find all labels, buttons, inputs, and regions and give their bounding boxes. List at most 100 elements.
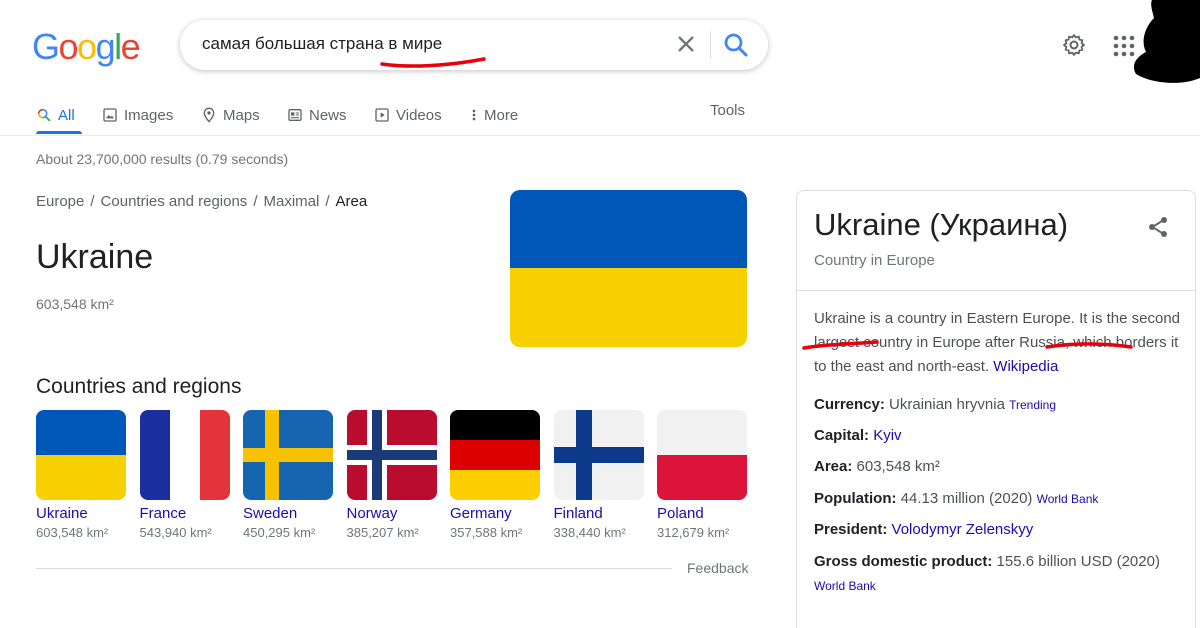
search-icon[interactable] <box>721 30 751 60</box>
country-name[interactable]: Poland <box>657 505 747 522</box>
answer-title: Ukraine <box>36 238 154 276</box>
country-card-finland[interactable]: Finland 338,440 km² <box>553 410 644 540</box>
tab-label: Images <box>124 106 174 124</box>
tab-more[interactable]: More <box>470 100 518 130</box>
flag-poland-icon <box>657 410 747 500</box>
country-name[interactable]: Sweden <box>243 505 333 522</box>
fact-label: Population: <box>814 490 897 507</box>
breadcrumb-current: Area <box>335 193 368 210</box>
play-icon <box>375 108 389 122</box>
annotation-underline <box>380 57 486 68</box>
breadcrumb-item[interactable]: Maximal <box>263 193 319 210</box>
fact-value-link[interactable]: Volodymyr Zelenskyy <box>892 521 1034 538</box>
redacted-avatar <box>1133 0 1200 83</box>
breadcrumb-item[interactable]: Europe <box>36 193 84 210</box>
country-area: 450,295 km² <box>243 525 316 540</box>
google-logo[interactable]: Google <box>32 26 141 68</box>
flag-ukraine-icon <box>36 410 126 500</box>
wikipedia-link[interactable]: Wikipedia <box>993 358 1058 375</box>
fact-value: 155.6 billion USD (2020) <box>996 553 1160 570</box>
country-area: 385,207 km² <box>346 525 419 540</box>
panel-subtitle: Country in Europe <box>814 252 935 269</box>
fact-note-link[interactable]: World Bank <box>1037 492 1099 506</box>
settings-gear-icon[interactable] <box>1062 33 1086 57</box>
tab-label: More <box>484 106 519 124</box>
breadcrumb-separator: / <box>253 193 258 210</box>
flag-sweden-icon <box>243 410 333 500</box>
fact-note-link[interactable]: Trending <box>1009 398 1056 412</box>
feedback-link[interactable]: Feedback <box>687 560 748 576</box>
fact-label: Gross domestic product: <box>814 553 993 570</box>
map-pin-icon <box>203 107 215 123</box>
annotation-underline <box>802 340 879 350</box>
country-name[interactable]: Norway <box>347 505 437 522</box>
fact-gdp: Gross domestic product: 155.6 billion US… <box>814 550 1189 598</box>
share-icon[interactable] <box>1146 215 1170 239</box>
active-tab-indicator <box>36 131 82 134</box>
country-card-sweden[interactable]: Sweden 450,295 km² <box>243 410 333 540</box>
country-name[interactable]: Germany <box>450 505 540 522</box>
country-area: 603,548 km² <box>36 525 109 540</box>
search-icon <box>37 108 51 122</box>
more-vert-icon <box>472 109 476 121</box>
result-stats: About 23,700,000 results (0.79 seconds) <box>36 151 289 167</box>
country-name[interactable]: Finland <box>554 505 644 522</box>
fact-label: President: <box>814 521 888 538</box>
tab-all[interactable]: All <box>36 100 75 130</box>
feedback-divider <box>36 568 672 569</box>
logo-letter: o <box>77 26 97 67</box>
related-section-title: Countries and regions <box>36 375 242 398</box>
tab-maps[interactable]: Maps <box>201 100 260 130</box>
country-card-ukraine[interactable]: Ukraine 603,548 km² <box>36 410 126 540</box>
fact-area: Area: 603,548 km² <box>814 455 1189 479</box>
flag-norway-icon <box>346 410 437 500</box>
logo-letter: e <box>120 26 141 67</box>
knowledge-panel: Ukraine (Украина) Country in Europe Ukra… <box>796 190 1196 628</box>
clear-icon[interactable] <box>672 30 700 58</box>
tab-news[interactable]: News <box>287 100 347 130</box>
annotation-underline <box>1045 342 1133 349</box>
country-card-france[interactable]: France 543,940 km² <box>139 410 230 540</box>
tab-images[interactable]: Images <box>102 100 173 130</box>
answer-value: 603,548 km² <box>36 296 114 312</box>
country-card-norway[interactable]: Norway 385,207 km² <box>346 410 437 540</box>
fact-currency: Currency: Ukrainian hryvnia Trending <box>814 393 1189 417</box>
fact-capital: Capital: Kyiv <box>814 424 1189 448</box>
fact-label: Currency: <box>814 396 885 413</box>
tools-button[interactable]: Tools <box>710 102 745 119</box>
flag-france-icon <box>139 410 230 500</box>
fact-value: Ukrainian hryvnia <box>889 396 1005 413</box>
country-area: 357,588 km² <box>450 525 523 540</box>
fact-label: Capital: <box>814 427 870 444</box>
country-name[interactable]: France <box>140 505 230 522</box>
panel-divider <box>797 290 1195 291</box>
tab-label: Maps <box>223 106 260 124</box>
breadcrumb-item[interactable]: Countries and regions <box>101 193 248 210</box>
image-icon <box>103 108 117 122</box>
search-input[interactable]: самая большая страна в мире <box>202 34 442 54</box>
logo-letter: o <box>58 26 79 67</box>
country-card-germany[interactable]: Germany 357,588 km² <box>450 410 540 540</box>
header-divider <box>0 135 1200 136</box>
tab-label: News <box>309 106 347 124</box>
flag-ukraine-icon <box>510 190 747 347</box>
fact-value: 603,548 km² <box>856 458 940 475</box>
flag-finland-icon <box>553 410 644 500</box>
tab-label: Videos <box>396 106 442 124</box>
ukraine-flag-image[interactable] <box>510 190 747 347</box>
logo-letter: g <box>95 26 116 67</box>
fact-value-link[interactable]: Kyiv <box>873 427 901 444</box>
country-card-poland[interactable]: Poland 312,679 km² <box>657 410 747 540</box>
tab-label: All <box>58 106 75 124</box>
breadcrumb-separator: / <box>325 193 330 210</box>
panel-title: Ukraine (Украина) <box>814 207 1069 242</box>
news-icon <box>288 109 302 121</box>
logo-letter: G <box>32 26 60 67</box>
tab-videos[interactable]: Videos <box>374 100 442 130</box>
country-name[interactable]: Ukraine <box>36 505 126 522</box>
breadcrumb-separator: / <box>90 193 95 210</box>
fact-value: 44.13 million (2020) <box>900 490 1033 507</box>
fact-president: President: Volodymyr Zelenskyy <box>814 518 1189 542</box>
fact-note-link[interactable]: World Bank <box>814 579 876 593</box>
flag-germany-icon <box>450 410 540 500</box>
